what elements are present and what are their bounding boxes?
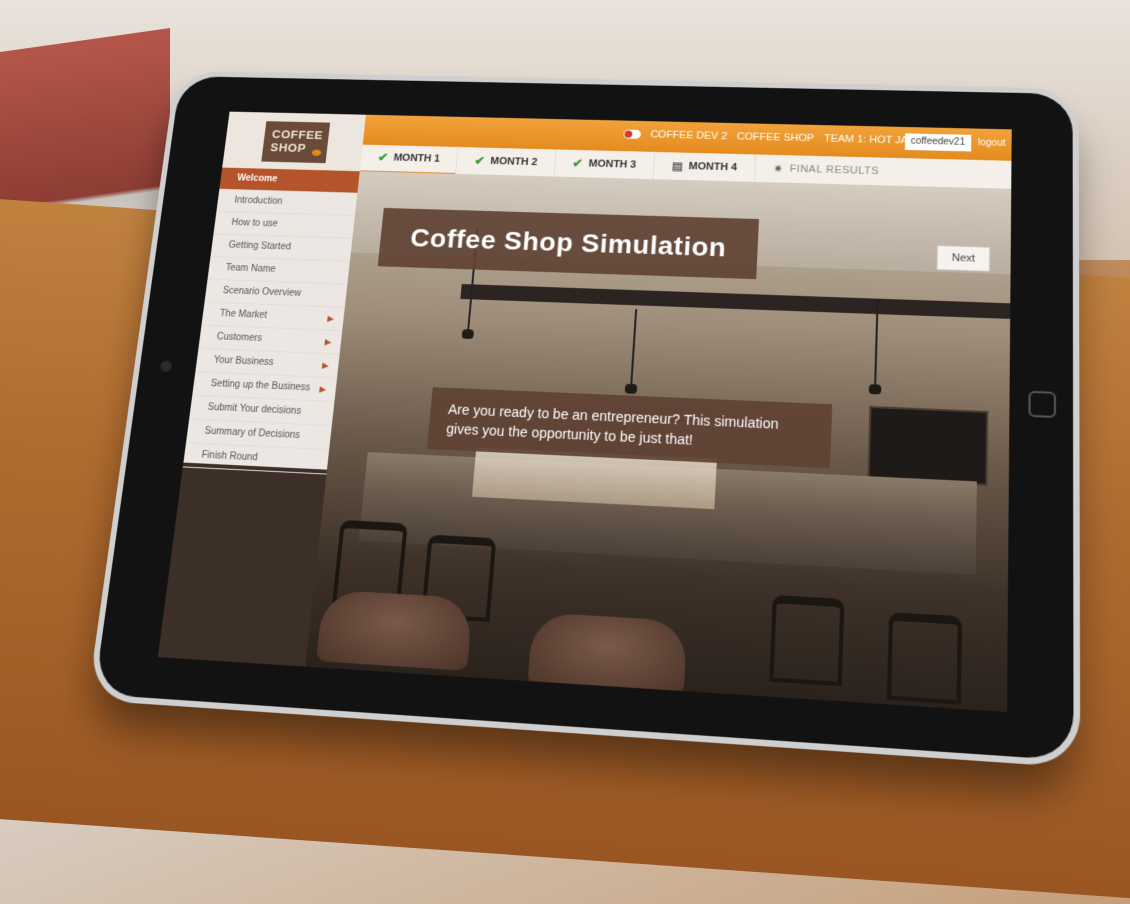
leather-sofa [527,612,688,696]
sidebar-item-label: Summary of Decisions [203,425,301,441]
check-icon: ✔ [571,156,584,170]
tab-month-1[interactable]: ✔ MONTH 1 [359,143,459,176]
tab-month-2[interactable]: ✔ MONTH 2 [456,147,557,177]
tab-final-results[interactable]: ✷ FINAL RESULTS [755,154,898,185]
logo-area: COFFEE SHOP [222,111,366,172]
tab-label: MONTH 1 [393,152,441,164]
username-field[interactable]: coffeedev21 [904,133,972,152]
logout-link[interactable]: logout [978,138,1006,149]
scenario-label: COFFEE SHOP [736,131,815,144]
sidebar-item-label: How to use [230,217,279,230]
tablet-device: COFFEE DEV 2 COFFEE SHOP TEAM 1: HOT JAV… [94,76,1074,761]
sidebar-item-label: Finish Round [200,449,259,464]
page-title: Coffee Shop Simulation [377,207,760,280]
chevron-right-icon: ▶ [324,337,332,347]
leather-sofa [315,589,474,671]
sidebar-item-label: Your Business [213,355,275,368]
cafe-photo: Coffee Shop Simulation Next Are you read… [305,171,1012,713]
coffee-shop-logo: COFFEE SHOP [261,121,331,164]
app-screen: COFFEE DEV 2 COFFEE SHOP TEAM 1: HOT JAV… [157,111,1012,713]
chevron-right-icon: ▶ [327,313,335,324]
menu-board [867,405,989,487]
home-button[interactable] [1028,390,1057,419]
sidebar-item-label: Submit Your decisions [207,402,302,417]
next-button[interactable]: Next [936,245,991,272]
session-label: COFFEE DEV 2 [650,129,728,142]
document-icon: ▤ [671,159,684,173]
camera-icon [159,360,173,373]
toggle-icon[interactable] [623,129,642,139]
sidebar-item-label: Getting Started [227,240,292,253]
sidebar-item-label: Welcome [236,173,278,185]
tab-month-3[interactable]: ✔ MONTH 3 [554,149,656,180]
sidebar-item-label: Scenario Overview [222,285,302,299]
cafe-chair [886,612,963,705]
sidebar-item-label: Setting up the Business [210,378,311,394]
check-icon: ✔ [377,149,389,164]
sidebar-item-label: Team Name [225,262,277,275]
cafe-beam [460,284,1012,320]
tab-label: FINAL RESULTS [789,163,880,177]
session-info: COFFEE DEV 2 COFFEE SHOP TEAM 1: HOT JAV… [623,129,921,147]
chevron-right-icon: ▶ [319,384,327,394]
tab-label: MONTH 4 [688,160,738,174]
sidebar-item-label: Introduction [233,195,283,207]
tab-month-4[interactable]: ▤ MONTH 4 [653,151,757,182]
cafe-chair [769,594,845,687]
pendant-lamp [630,309,638,386]
sidebar-item-label: The Market [219,308,268,321]
check-icon: ✔ [473,153,486,168]
tab-label: MONTH 3 [588,158,637,171]
star-icon: ✷ [772,162,784,176]
chevron-right-icon: ▶ [321,360,330,371]
tab-label: MONTH 2 [489,155,538,168]
sidebar-item-label: Customers [216,331,263,344]
